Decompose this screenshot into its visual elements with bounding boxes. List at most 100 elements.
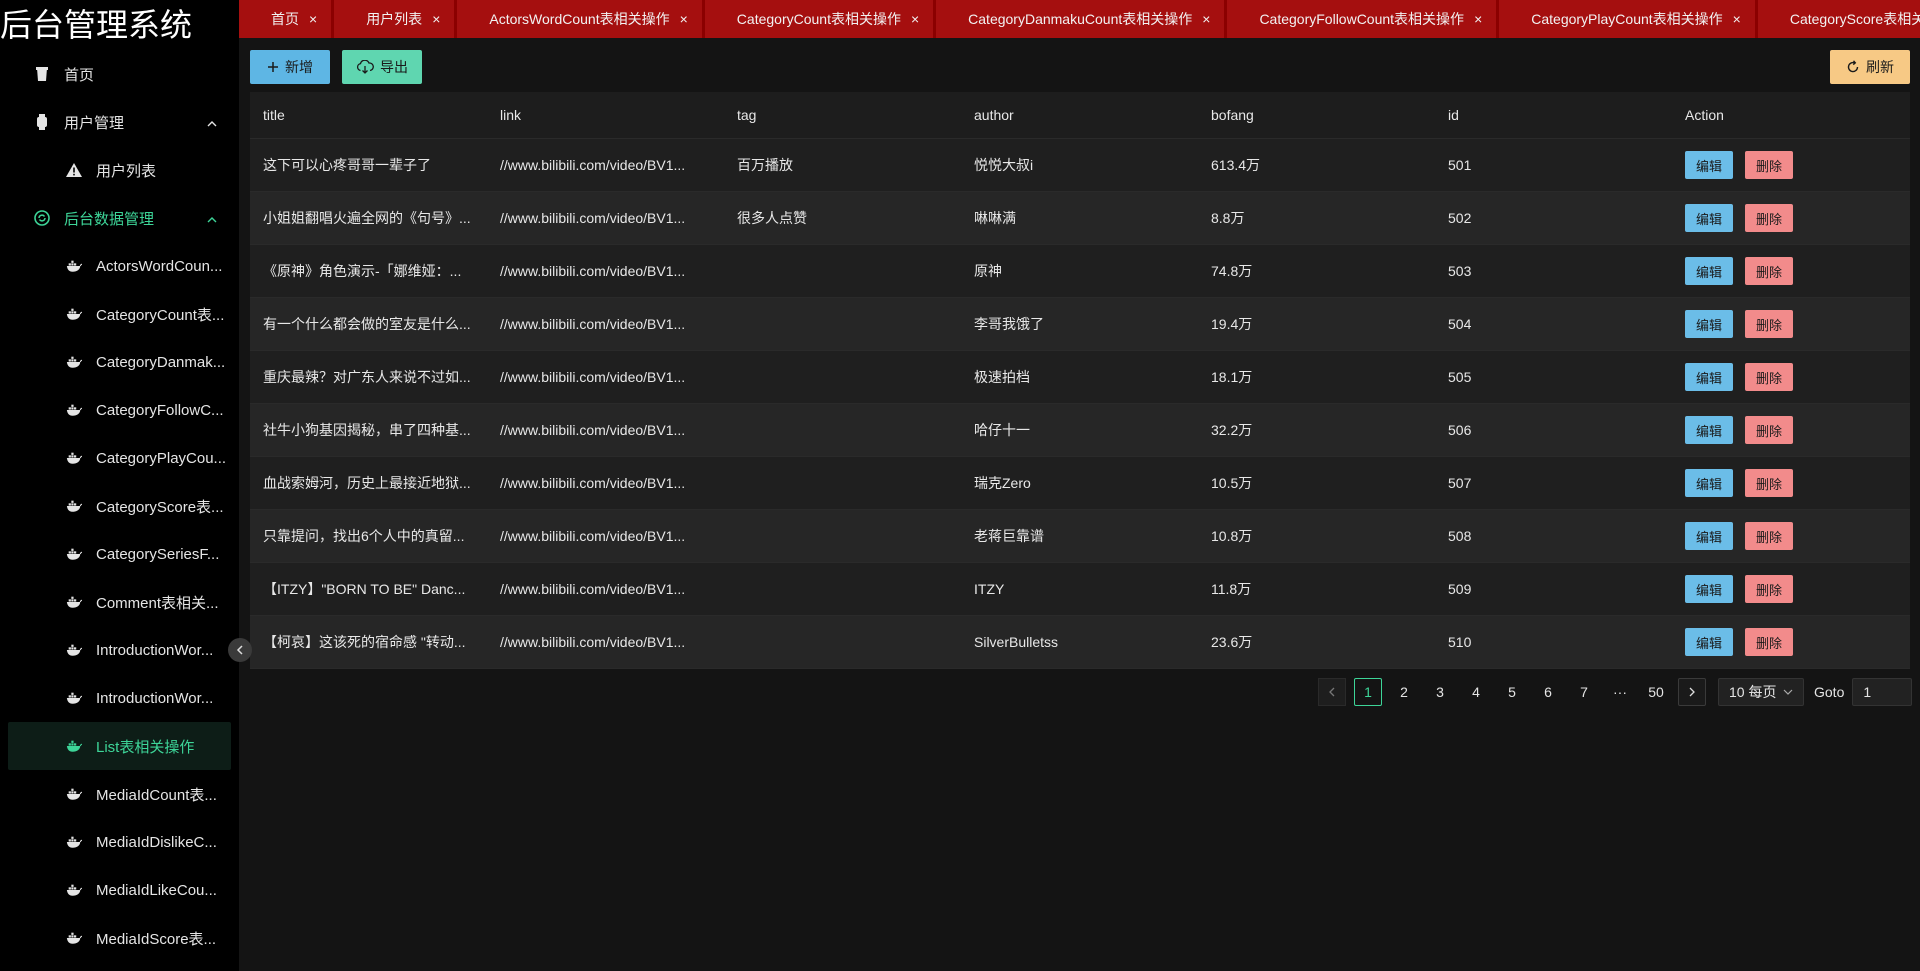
cloud-download-icon bbox=[356, 60, 374, 74]
page-button[interactable]: 2 bbox=[1390, 678, 1418, 706]
edit-button[interactable]: 编辑 bbox=[1685, 257, 1733, 285]
close-icon[interactable]: × bbox=[1202, 11, 1210, 27]
page-button[interactable]: 1 bbox=[1354, 678, 1382, 706]
page-button[interactable]: 5 bbox=[1498, 678, 1526, 706]
docker-icon bbox=[66, 402, 82, 418]
watch-icon bbox=[34, 114, 50, 130]
close-icon[interactable]: × bbox=[1733, 11, 1741, 27]
sidebar-item[interactable]: 用户管理 bbox=[0, 98, 239, 146]
sidebar-item[interactable]: MediaIdDislikeC... bbox=[0, 818, 239, 866]
cell-action: 编辑 删除 bbox=[1672, 204, 1910, 232]
cell-author: 原神 bbox=[974, 263, 1002, 279]
docker-icon bbox=[66, 498, 82, 514]
sidebar-item[interactable]: Comment表相关... bbox=[0, 578, 239, 626]
delete-button[interactable]: 删除 bbox=[1745, 310, 1793, 338]
sidebar-item[interactable]: CategorySeriesF... bbox=[0, 530, 239, 578]
delete-button[interactable]: 删除 bbox=[1745, 469, 1793, 497]
close-icon[interactable]: × bbox=[432, 11, 440, 27]
edit-button[interactable]: 编辑 bbox=[1685, 151, 1733, 179]
delete-button[interactable]: 删除 bbox=[1745, 151, 1793, 179]
tab[interactable]: ActorsWordCount表相关操作 × bbox=[457, 0, 705, 38]
tab[interactable]: 用户列表 × bbox=[334, 0, 458, 38]
column-header: tag bbox=[737, 107, 757, 123]
edit-button[interactable]: 编辑 bbox=[1685, 628, 1733, 656]
chevron-left-icon bbox=[1329, 687, 1335, 697]
page-ellipsis[interactable]: ··· bbox=[1606, 678, 1634, 706]
sidebar-item[interactable]: CategoryCount表... bbox=[0, 290, 239, 338]
cell-action: 编辑 删除 bbox=[1672, 469, 1910, 497]
sidebar-item[interactable]: 后台数据管理 bbox=[0, 194, 239, 242]
goto-input[interactable]: 1 bbox=[1852, 678, 1913, 706]
sidebar-item[interactable]: 首页 bbox=[0, 50, 239, 98]
page-size-select[interactable]: 10 每页 bbox=[1718, 678, 1804, 706]
tab-label: CategoryFollowCount表相关操作 bbox=[1259, 11, 1465, 27]
edit-button[interactable]: 编辑 bbox=[1685, 416, 1733, 444]
cell-action: 编辑 删除 bbox=[1672, 628, 1910, 656]
sidebar-item-label: CategorySeriesF... bbox=[96, 545, 220, 563]
cell-tag: 很多人点赞 bbox=[737, 210, 807, 226]
tab[interactable]: CategoryFollowCount表相关操作 × bbox=[1227, 0, 1500, 38]
cell-action: 编辑 删除 bbox=[1672, 575, 1910, 603]
sidebar-item[interactable]: MediaIdCount表... bbox=[0, 770, 239, 818]
cell-id: 506 bbox=[1448, 422, 1472, 438]
sidebar-item[interactable]: List表相关操作 bbox=[8, 722, 231, 770]
edit-button[interactable]: 编辑 bbox=[1685, 575, 1733, 603]
refresh-button[interactable]: 刷新 bbox=[1830, 50, 1910, 84]
sidebar-item[interactable]: CategoryPlayCou... bbox=[0, 434, 239, 482]
table-row: 这下可以心疼哥哥一辈子了 //www.bilibili.com/video/BV1… bbox=[250, 139, 1910, 192]
sidebar-item[interactable]: MediaIdLikeCou... bbox=[0, 866, 239, 914]
page-button[interactable]: 50 bbox=[1642, 678, 1670, 706]
add-button[interactable]: 新增 bbox=[250, 50, 330, 84]
edit-button[interactable]: 编辑 bbox=[1685, 363, 1733, 391]
delete-button[interactable]: 删除 bbox=[1745, 522, 1793, 550]
close-icon[interactable]: × bbox=[911, 11, 919, 27]
close-icon[interactable]: × bbox=[680, 11, 688, 27]
edit-button[interactable]: 编辑 bbox=[1685, 469, 1733, 497]
plus-icon bbox=[267, 61, 279, 73]
tab[interactable]: CategoryCount表相关操作 × bbox=[704, 0, 937, 38]
sidebar-item-label: ActorsWordCoun... bbox=[96, 257, 223, 275]
sidebar-item-label: IntroductionWor... bbox=[96, 641, 214, 659]
sidebar-item[interactable]: CategoryFollowC... bbox=[0, 386, 239, 434]
cell-bofang: 10.5万 bbox=[1211, 475, 1253, 491]
cell-bofang: 23.6万 bbox=[1211, 634, 1253, 650]
next-page-button[interactable] bbox=[1678, 678, 1706, 706]
page-button[interactable]: 7 bbox=[1570, 678, 1598, 706]
delete-button[interactable]: 删除 bbox=[1745, 575, 1793, 603]
table-row: 血战索姆河，历史上最接近地狱... //www.bilibili.com/vide… bbox=[250, 457, 1910, 510]
delete-button[interactable]: 删除 bbox=[1745, 628, 1793, 656]
tab[interactable]: CategoryScore表相关操作× bbox=[1757, 0, 1920, 38]
page-button[interactable]: 4 bbox=[1462, 678, 1490, 706]
delete-button[interactable]: 删除 bbox=[1745, 257, 1793, 285]
edit-button[interactable]: 编辑 bbox=[1685, 204, 1733, 232]
prev-page-button[interactable] bbox=[1318, 678, 1346, 706]
sidebar-item[interactable]: 用户列表 bbox=[0, 146, 239, 194]
tab[interactable]: CategoryPlayCount表相关操作 × bbox=[1499, 0, 1758, 38]
docker-icon bbox=[66, 786, 82, 802]
sidebar-collapse-button[interactable] bbox=[228, 638, 252, 662]
sidebar-item[interactable]: CategoryDanmak... bbox=[0, 338, 239, 386]
tab[interactable]: CategoryDanmakuCount表相关操作 × bbox=[936, 0, 1228, 38]
tab[interactable]: 首页 × bbox=[239, 0, 335, 38]
sidebar-item[interactable]: IntroductionWor... bbox=[0, 674, 239, 722]
sidebar-item[interactable]: ActorsWordCoun... bbox=[0, 242, 239, 290]
docker-icon bbox=[66, 546, 82, 562]
delete-button[interactable]: 删除 bbox=[1745, 416, 1793, 444]
cell-title: 【ITZY】"BORN TO BE" Danc... bbox=[263, 581, 466, 597]
docker-icon bbox=[66, 690, 82, 706]
edit-button[interactable]: 编辑 bbox=[1685, 522, 1733, 550]
cup-icon bbox=[34, 66, 50, 82]
page-button[interactable]: 6 bbox=[1534, 678, 1562, 706]
sidebar-item[interactable]: MediaIdScore表... bbox=[0, 914, 239, 962]
export-button[interactable]: 导出 bbox=[342, 50, 422, 84]
delete-button[interactable]: 删除 bbox=[1745, 204, 1793, 232]
edit-button[interactable]: 编辑 bbox=[1685, 310, 1733, 338]
delete-button[interactable]: 删除 bbox=[1745, 363, 1793, 391]
cell-id: 507 bbox=[1448, 475, 1472, 491]
sidebar-item[interactable]: IntroductionWor... bbox=[0, 626, 239, 674]
page-button[interactable]: 3 bbox=[1426, 678, 1454, 706]
sidebar-item[interactable]: CategoryScore表... bbox=[0, 482, 239, 530]
cell-id: 501 bbox=[1448, 157, 1472, 173]
close-icon[interactable]: × bbox=[309, 11, 317, 27]
close-icon[interactable]: × bbox=[1474, 11, 1482, 27]
